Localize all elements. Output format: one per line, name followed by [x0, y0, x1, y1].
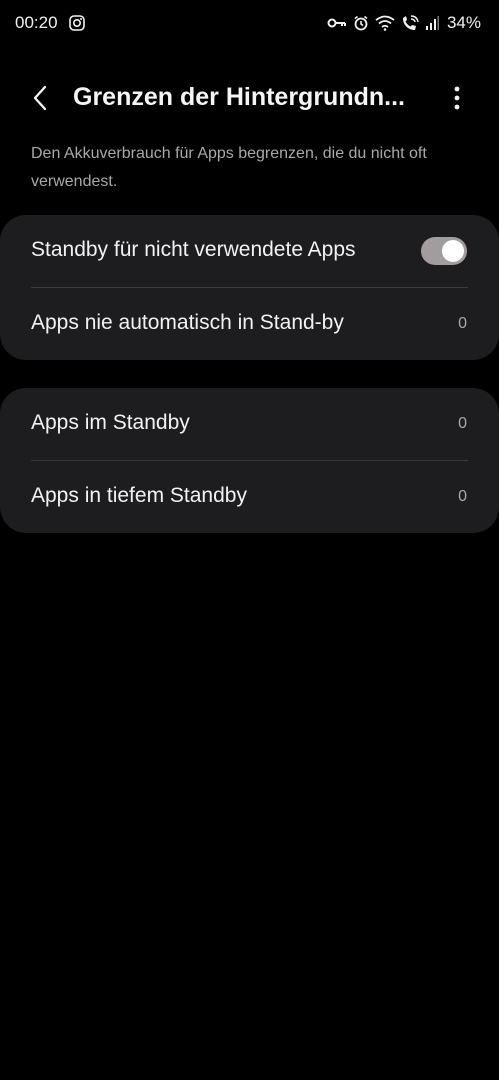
setting-label: Apps im Standby: [31, 411, 190, 434]
page-description: Den Akkuverbrauch für Apps begrenzen, di…: [31, 145, 427, 190]
instagram-icon: [69, 15, 85, 31]
app-count: 0: [458, 415, 467, 432]
battery-level: 34%: [446, 13, 481, 32]
app-count: 0: [458, 315, 467, 332]
status-bar: 00:20 34%: [0, 0, 499, 48]
alarm-icon: [353, 15, 369, 31]
setting-label: Standby für nicht verwendete Apps: [31, 238, 356, 261]
signal-icon: [425, 16, 439, 30]
toggle-knob: [442, 240, 464, 262]
setting-row-apps-in-standby[interactable]: Apps im Standby 0: [0, 388, 499, 460]
wifi-call-icon: [401, 15, 419, 31]
setting-row-never-auto-standby[interactable]: Apps nie automatisch in Stand-by 0: [0, 288, 499, 360]
wifi-icon: [375, 15, 395, 31]
setting-row-apps-in-deep-standby[interactable]: Apps in tiefem Standby 0: [0, 461, 499, 533]
more-options-button[interactable]: [443, 80, 471, 116]
app-bar: Grenzen der Hintergrundn...: [0, 72, 499, 124]
more-vertical-icon: [454, 86, 460, 110]
key-icon: [327, 16, 347, 30]
status-time: 00:20: [15, 13, 58, 32]
status-icons: 34%: [327, 12, 481, 34]
standby-unused-apps-toggle[interactable]: [421, 237, 467, 265]
setting-label: Apps in tiefem Standby: [31, 484, 247, 507]
back-button[interactable]: [22, 80, 58, 116]
settings-card-standby-unused: Standby für nicht verwendete Apps Apps n…: [0, 215, 499, 360]
settings-card-standby-lists: Apps im Standby 0 Apps in tiefem Standby…: [0, 388, 499, 533]
page-title: Grenzen der Hintergrundn...: [73, 83, 405, 111]
setting-label: Apps nie automatisch in Stand-by: [31, 311, 344, 334]
chevron-left-icon: [33, 85, 47, 111]
app-count: 0: [458, 488, 467, 505]
setting-row-standby-unused-apps[interactable]: Standby für nicht verwendete Apps: [0, 215, 499, 287]
